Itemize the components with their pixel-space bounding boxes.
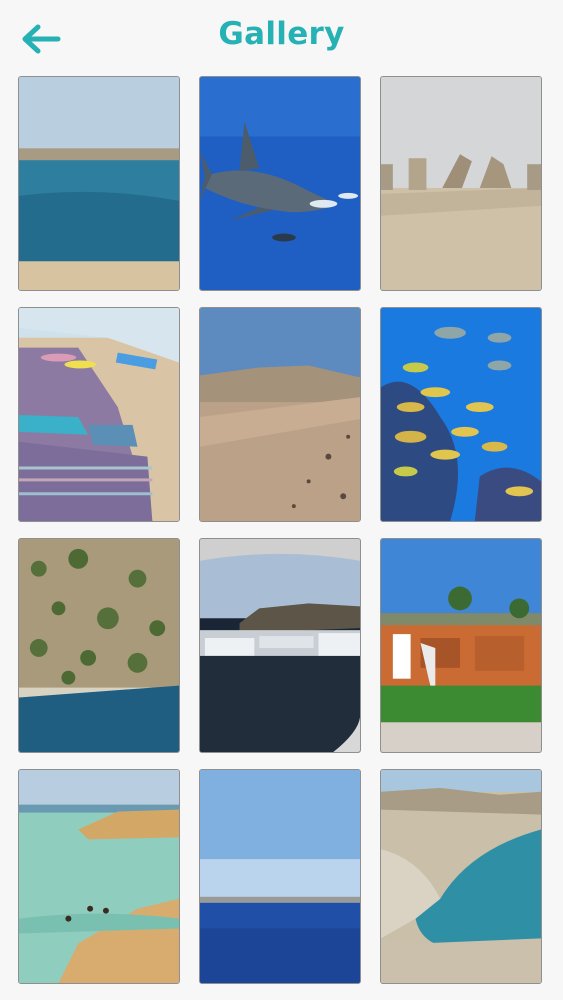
photo-tile-fish-school[interactable] (380, 307, 542, 522)
photo-tile-harbor-boats[interactable] (199, 538, 361, 753)
photo-tile-shark-underwater[interactable] (199, 76, 361, 291)
photo-tile-open-sea-horizon[interactable] (199, 769, 361, 984)
photo-tile-dive-shop[interactable] (380, 538, 542, 753)
page-title: Gallery (218, 16, 345, 52)
photo-tile-lagoon-beach[interactable] (18, 76, 180, 291)
app-header: Gallery (0, 0, 563, 76)
photo-tile-desert-gate[interactable] (380, 76, 542, 291)
photo-tile-aerial-coast[interactable] (18, 538, 180, 753)
photo-tile-coastal-bay[interactable] (380, 769, 542, 984)
photo-tile-shallow-reef-swimmers[interactable] (18, 769, 180, 984)
photo-tile-beach-mats[interactable] (18, 307, 180, 522)
photo-tile-desert-road[interactable] (199, 307, 361, 522)
